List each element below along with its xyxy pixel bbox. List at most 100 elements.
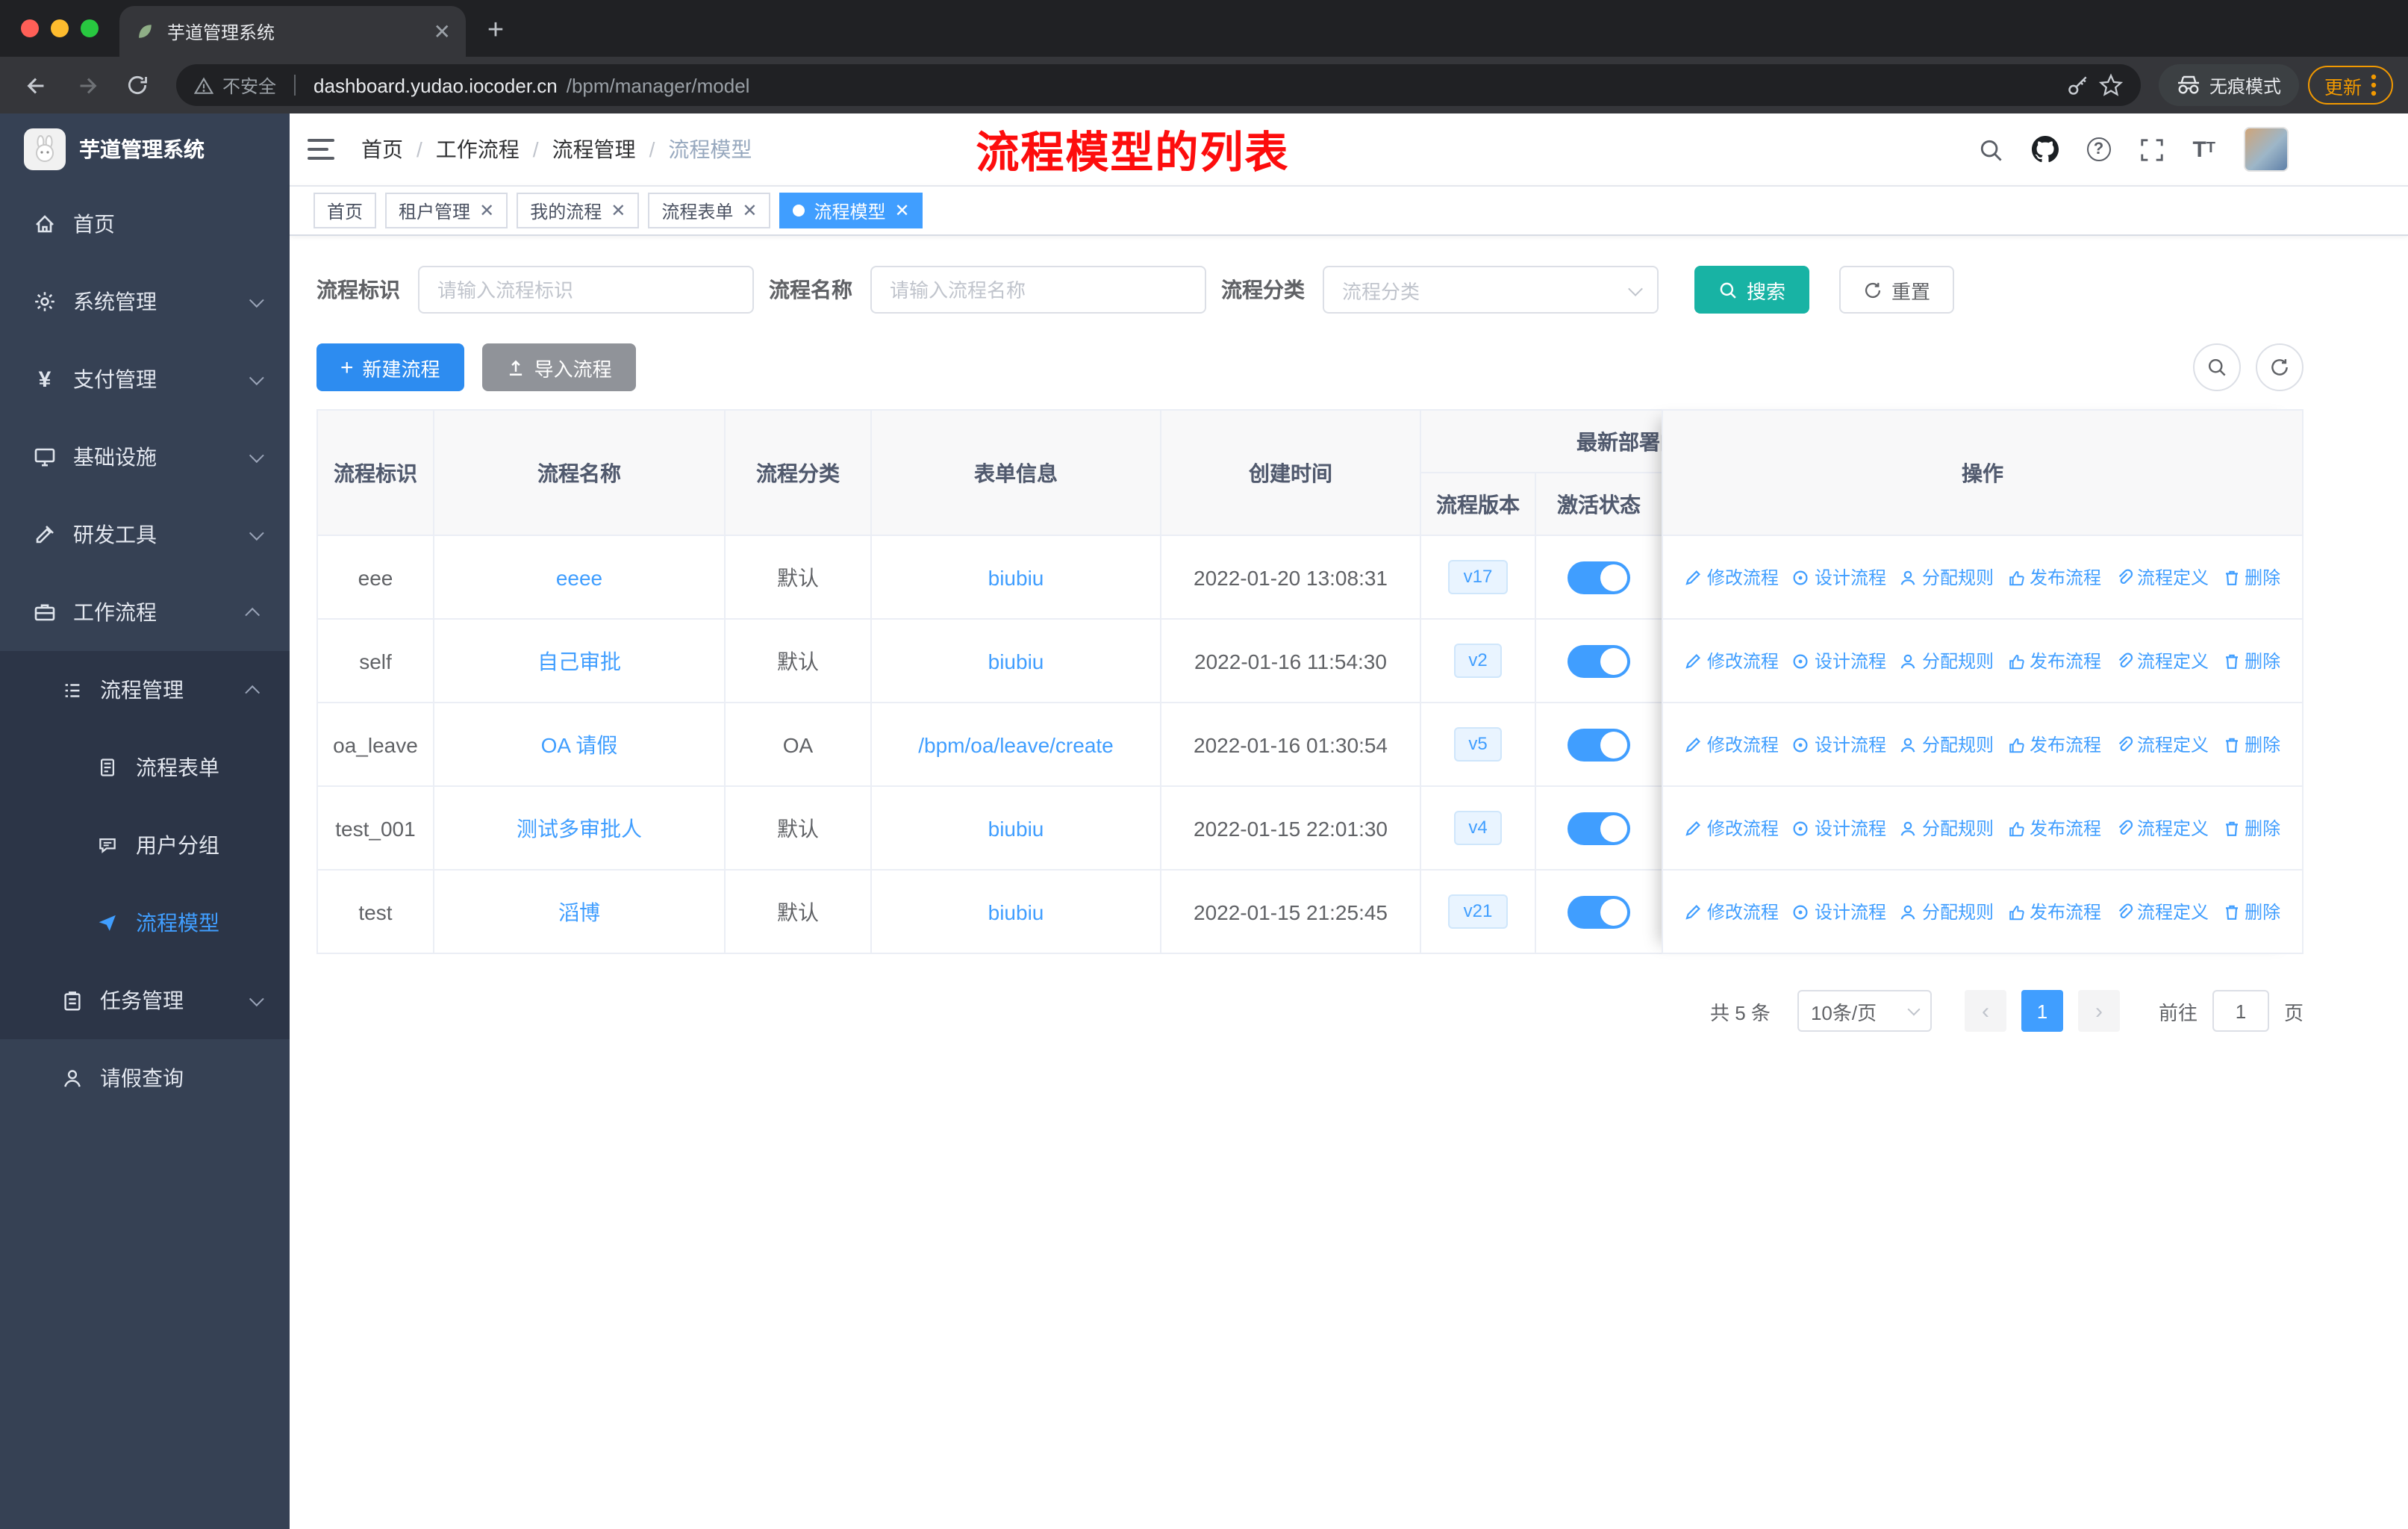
tab-close-icon[interactable]: ✕ [434, 21, 451, 42]
assign-rule-link[interactable]: 分配规则 [1900, 899, 1994, 924]
breadcrumb-workflow[interactable]: 工作流程 [436, 134, 520, 164]
page-size-select[interactable]: 10条/页 [1797, 990, 1932, 1032]
delete-link[interactable]: 删除 [2222, 732, 2280, 757]
incognito-badge[interactable]: 无痕模式 [2158, 64, 2299, 106]
publish-process-link[interactable]: 发布流程 [2007, 732, 2101, 757]
back-button[interactable] [15, 64, 57, 106]
form-link[interactable]: biubiu [988, 649, 1044, 673]
process-definition-link[interactable]: 流程定义 [2115, 815, 2209, 841]
model-name-link[interactable]: eeee [556, 565, 602, 589]
reset-button[interactable]: 重置 [1839, 266, 1955, 314]
maximize-window-button[interactable] [81, 19, 99, 37]
design-process-link[interactable]: 设计流程 [1792, 564, 1886, 590]
pagination-next-button[interactable]: › [2077, 990, 2120, 1032]
browser-tab[interactable]: 芋道管理系统 ✕ [119, 6, 466, 57]
github-icon[interactable] [2031, 136, 2059, 163]
model-name-link[interactable]: 自己审批 [537, 649, 621, 673]
assign-rule-link[interactable]: 分配规则 [1900, 648, 1994, 673]
tag-tenant[interactable]: 租户管理 ✕ [385, 193, 508, 228]
delete-link[interactable]: 删除 [2222, 648, 2280, 673]
tag-home[interactable]: 首页 [314, 193, 377, 228]
active-toggle[interactable] [1568, 728, 1630, 761]
hamburger-icon[interactable] [308, 133, 340, 166]
pagination-goto-input[interactable] [2212, 990, 2269, 1032]
publish-process-link[interactable]: 发布流程 [2007, 815, 2101, 841]
refresh-table-button[interactable] [2256, 343, 2303, 391]
breadcrumb-process-management[interactable]: 流程管理 [552, 134, 636, 164]
sidebar-item-infrastructure[interactable]: 基础设施 [0, 418, 290, 496]
assign-rule-link[interactable]: 分配规则 [1900, 564, 1994, 590]
tag-process-model[interactable]: 流程模型 ✕ [779, 193, 923, 228]
active-toggle[interactable] [1568, 895, 1630, 928]
edit-process-link[interactable]: 修改流程 [1685, 732, 1779, 757]
reload-button[interactable] [116, 64, 158, 106]
sidebar-item-payment[interactable]: ¥ 支付管理 [0, 340, 290, 418]
tag-my-process[interactable]: 我的流程 ✕ [517, 193, 640, 228]
search-icon[interactable] [1977, 137, 2003, 162]
process-definition-link[interactable]: 流程定义 [2115, 899, 2209, 924]
toggle-search-button[interactable] [2193, 343, 2241, 391]
update-button[interactable]: 更新 [2307, 66, 2393, 105]
form-link[interactable]: biubiu [988, 900, 1044, 924]
publish-process-link[interactable]: 发布流程 [2007, 564, 2101, 590]
process-definition-link[interactable]: 流程定义 [2115, 564, 2209, 590]
process-definition-link[interactable]: 流程定义 [2115, 648, 2209, 673]
assign-rule-link[interactable]: 分配规则 [1900, 815, 1994, 841]
minimize-window-button[interactable] [51, 19, 69, 37]
edit-process-link[interactable]: 修改流程 [1685, 899, 1779, 924]
url-bar[interactable]: 不安全 dashboard.yudao.iocoder.cn/bpm/manag… [176, 64, 2141, 106]
delete-link[interactable]: 删除 [2222, 899, 2280, 924]
active-toggle[interactable] [1568, 561, 1630, 594]
sidebar-item-user-group[interactable]: 用户分组 [0, 806, 290, 884]
publish-process-link[interactable]: 发布流程 [2007, 648, 2101, 673]
sidebar-item-process-model[interactable]: 流程模型 [0, 884, 290, 962]
category-select[interactable]: 流程分类 [1323, 266, 1659, 314]
fullscreen-icon[interactable] [2139, 137, 2164, 162]
close-icon[interactable]: ✕ [742, 202, 757, 219]
font-size-icon[interactable]: TT [2192, 138, 2215, 161]
form-link[interactable]: biubiu [988, 816, 1044, 840]
delete-link[interactable]: 删除 [2222, 815, 2280, 841]
active-toggle[interactable] [1568, 812, 1630, 844]
form-link[interactable]: /bpm/oa/leave/create [918, 732, 1114, 756]
search-button[interactable]: 搜索 [1694, 266, 1810, 314]
close-window-button[interactable] [21, 19, 39, 37]
pagination-page-1[interactable]: 1 [2021, 990, 2063, 1032]
close-icon[interactable]: ✕ [895, 202, 910, 219]
model-name-link[interactable]: 测试多审批人 [517, 816, 642, 840]
tag-process-form[interactable]: 流程表单 ✕ [648, 193, 771, 228]
model-name-input[interactable] [870, 266, 1206, 314]
close-icon[interactable]: ✕ [611, 202, 626, 219]
new-tab-button[interactable]: + [475, 10, 517, 52]
sidebar-item-leave-query[interactable]: 请假查询 [0, 1039, 290, 1117]
sidebar-item-process-management[interactable]: 流程管理 [0, 651, 290, 729]
avatar[interactable] [2244, 127, 2289, 172]
breadcrumb-home[interactable]: 首页 [361, 134, 403, 164]
import-process-button[interactable]: 导入流程 [481, 343, 636, 391]
sidebar-item-system[interactable]: 系统管理 [0, 263, 290, 340]
edit-process-link[interactable]: 修改流程 [1685, 564, 1779, 590]
model-name-link[interactable]: 滔博 [558, 900, 600, 924]
sidebar-item-task-management[interactable]: 任务管理 [0, 962, 290, 1039]
help-icon[interactable]: ? [2086, 137, 2111, 161]
edit-process-link[interactable]: 修改流程 [1685, 815, 1779, 841]
edit-process-link[interactable]: 修改流程 [1685, 648, 1779, 673]
active-toggle[interactable] [1568, 644, 1630, 677]
sidebar-item-workflow[interactable]: 工作流程 [0, 573, 290, 651]
sidebar-item-process-form[interactable]: 流程表单 [0, 729, 290, 806]
create-process-button[interactable]: + 新建流程 [316, 343, 464, 391]
close-icon[interactable]: ✕ [479, 202, 494, 219]
form-link[interactable]: biubiu [988, 565, 1044, 589]
password-key-icon[interactable] [2066, 73, 2090, 97]
publish-process-link[interactable]: 发布流程 [2007, 899, 2101, 924]
bookmark-star-icon[interactable] [2098, 73, 2123, 97]
design-process-link[interactable]: 设计流程 [1792, 648, 1886, 673]
menu-dots-icon[interactable] [2371, 73, 2377, 97]
model-name-link[interactable]: OA 请假 [541, 732, 618, 756]
assign-rule-link[interactable]: 分配规则 [1900, 732, 1994, 757]
design-process-link[interactable]: 设计流程 [1792, 732, 1886, 757]
forward-button[interactable] [66, 64, 107, 106]
design-process-link[interactable]: 设计流程 [1792, 899, 1886, 924]
sidebar-item-devtools[interactable]: 研发工具 [0, 496, 290, 573]
process-definition-link[interactable]: 流程定义 [2115, 732, 2209, 757]
